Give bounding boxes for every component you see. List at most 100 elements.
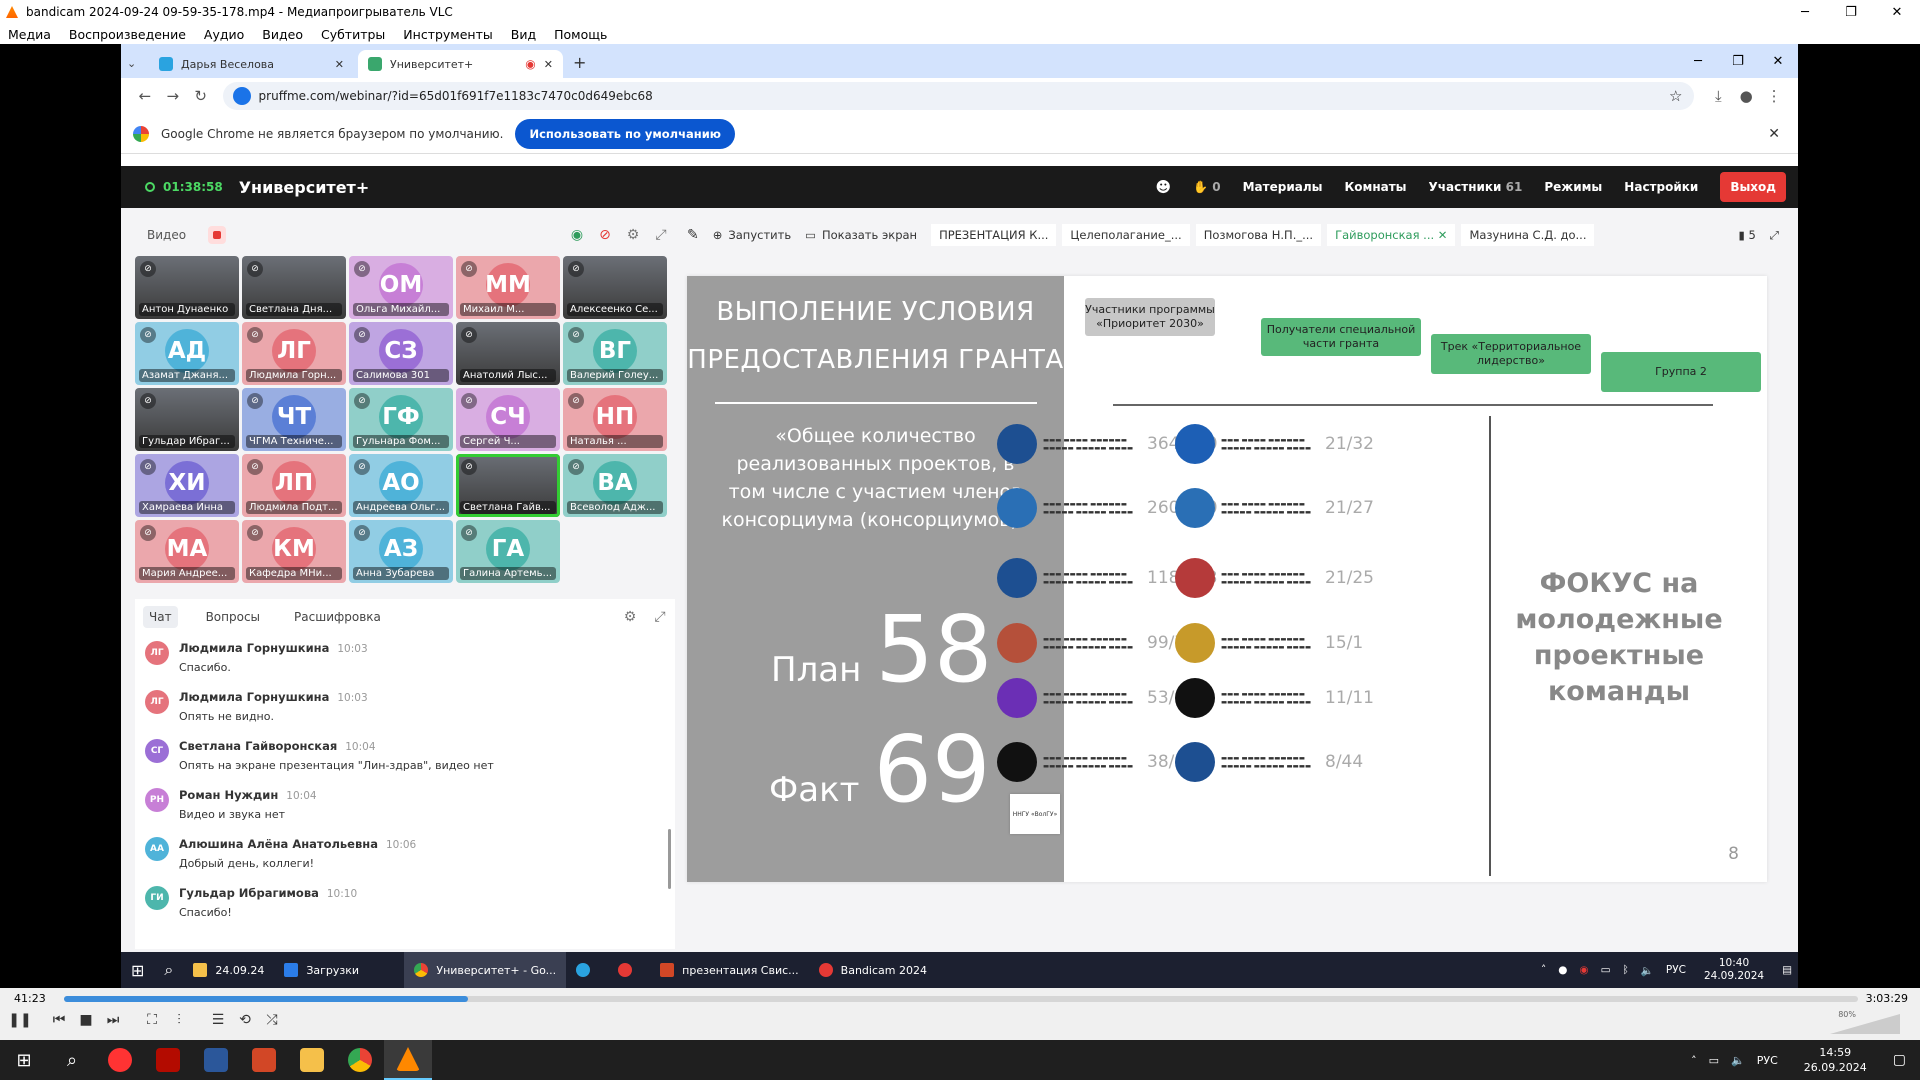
expand-icon[interactable]: ⤢ — [647, 227, 675, 243]
pause-icon[interactable]: ❚❚ — [8, 1012, 32, 1034]
download-icon[interactable]: ⤓ — [1704, 87, 1732, 105]
chevron-up-icon[interactable]: ˄ — [1691, 1054, 1697, 1067]
participant-tile[interactable]: СЗ ⊘ Салимова 301 — [349, 322, 453, 385]
bluetooth-icon[interactable]: ᛒ — [1623, 964, 1629, 976]
participant-tile[interactable]: НП ⊘ Наталья ... — [563, 388, 667, 451]
clock[interactable]: 14:59 26.09.2024 — [1798, 1045, 1873, 1075]
tab-darya[interactable]: Дарья Веселова ✕ — [149, 50, 354, 78]
seek-bar[interactable] — [64, 996, 1858, 1002]
taskbar-item-downloads[interactable]: Загрузки — [274, 952, 404, 988]
pen-icon[interactable]: ✎ — [687, 227, 699, 243]
acrobat-icon[interactable] — [144, 1040, 192, 1080]
run-button[interactable]: ⊕ Запустить — [713, 228, 791, 242]
bookmarks-button[interactable]: ▮ 5 — [1738, 228, 1755, 242]
loop-icon[interactable]: ⟲ — [233, 1012, 257, 1034]
menu-view[interactable]: Вид — [511, 27, 536, 42]
menu-media[interactable]: Медиа — [8, 27, 51, 42]
site-info-icon[interactable] — [232, 87, 251, 105]
menu-video[interactable]: Видео — [262, 27, 303, 42]
set-default-button[interactable]: Использовать по умолчанию — [515, 118, 735, 149]
mic-off-icon[interactable]: ⊘ — [591, 227, 619, 243]
tab-university[interactable]: Университет+ ◉ ✕ — [358, 50, 563, 78]
file-tab[interactable]: Целеполагание_... — [1062, 224, 1190, 246]
expand-icon[interactable]: ⤢ — [645, 609, 675, 625]
participant-tile[interactable]: ЛП ⊘ Людмила Подт... — [242, 454, 346, 517]
fullscreen-icon[interactable]: ⤢ — [1770, 228, 1779, 243]
record-button[interactable] — [208, 226, 227, 244]
participant-tile[interactable]: ⊘ Светлана Гайв... — [456, 454, 560, 517]
participant-tile[interactable]: КМ ⊘ Кафедра МНи... — [242, 520, 346, 583]
close-tab-icon[interactable]: ✕ — [544, 58, 553, 71]
vlc-icon[interactable] — [384, 1040, 432, 1080]
language-indicator[interactable]: РУС — [1666, 964, 1686, 976]
participant-tile[interactable]: ⊘ Светлана Дня... — [242, 256, 346, 319]
search-icon[interactable]: ⌕ — [48, 1040, 96, 1080]
volume-icon[interactable]: 🔈 — [1731, 1054, 1745, 1067]
minimize-icon[interactable]: ─ — [1678, 54, 1718, 69]
gear-icon[interactable]: ⚙ — [619, 227, 647, 243]
participant-tile[interactable]: ГА ⊘ Галина Артемь... — [456, 520, 560, 583]
participant-tile[interactable]: ММ ⊘ Михаил М... — [456, 256, 560, 319]
gear-icon[interactable]: ⚙ — [615, 609, 645, 625]
taskbar-item-recorder[interactable] — [608, 952, 650, 988]
participant-tile[interactable]: АО ⊘ Андреева Ольг... — [349, 454, 453, 517]
taskbar-item-powerpoint[interactable]: презентация Свис... — [650, 952, 809, 988]
profile-icon[interactable]: ● — [1732, 87, 1760, 105]
participant-tile[interactable]: ГФ ⊘ Гульнара Фом... — [349, 388, 453, 451]
file-tab[interactable]: ПРЕЗЕНТАЦИЯ К... — [931, 224, 1057, 246]
playlist-icon[interactable]: ☰ — [206, 1012, 230, 1034]
share-screen-button[interactable]: ▭ Показать экран — [805, 228, 917, 242]
participant-tile[interactable]: ЛГ ⊘ Людмила Горн... — [242, 322, 346, 385]
language-indicator[interactable]: РУС — [1757, 1054, 1778, 1067]
word-icon[interactable] — [192, 1040, 240, 1080]
restore-icon[interactable]: ❐ — [1718, 54, 1758, 69]
tab-transcript[interactable]: Расшифровка — [288, 606, 387, 628]
raise-hand-button[interactable]: ✋ 0 — [1193, 180, 1220, 194]
chat-scrollbar[interactable] — [668, 829, 671, 889]
close-icon[interactable]: ✕ — [1758, 54, 1798, 69]
captured-clock[interactable]: 10:40 24.09.2024 — [1698, 957, 1770, 983]
modes-button[interactable]: Режимы — [1544, 180, 1602, 194]
menu-tools[interactable]: Инструменты — [403, 27, 492, 42]
stop-icon[interactable]: ■ — [74, 1012, 98, 1034]
new-tab-icon[interactable]: + — [573, 53, 586, 72]
fullscreen-icon[interactable]: ⛶ — [140, 1012, 164, 1034]
participant-tile[interactable]: МА ⊘ Мария Андрее... — [135, 520, 239, 583]
tab-search-icon[interactable]: ⌄ — [127, 57, 149, 70]
close-tab-icon[interactable]: ✕ — [1438, 228, 1448, 242]
participant-tile[interactable]: ⊘ Гульдар Ибраг... — [135, 388, 239, 451]
participants-button[interactable]: Участники 61 — [1429, 180, 1523, 194]
close-tab-icon[interactable]: ✕ — [335, 58, 344, 71]
materials-button[interactable]: Материалы — [1243, 180, 1323, 194]
participant-tile[interactable]: ⊘ Анатолий Лыс... — [456, 322, 560, 385]
mic-icon[interactable]: ● — [1558, 964, 1567, 976]
windows-start-icon[interactable]: ⊞ — [0, 1040, 48, 1080]
participant-tile[interactable]: ВГ ⊘ Валерий Голеу... — [563, 322, 667, 385]
shuffle-icon[interactable]: ⤮ — [260, 1012, 284, 1034]
close-icon[interactable]: ✕ — [1874, 5, 1920, 20]
tab-chat[interactable]: Чат — [143, 606, 178, 628]
volume-slider[interactable]: 80% — [1830, 1010, 1900, 1034]
restore-icon[interactable]: ❐ — [1828, 5, 1874, 20]
participant-tile[interactable]: АД ⊘ Азамат Джаня... — [135, 322, 239, 385]
participant-tile[interactable]: АЗ ⊘ Анна Зубарева — [349, 520, 453, 583]
taskbar-item-bandicam[interactable]: Bandicam 2024 — [809, 952, 937, 988]
windows-start-icon[interactable]: ⊞ — [121, 952, 154, 988]
participant-tile[interactable]: ⊘ Алексеенко Се... — [563, 256, 667, 319]
menu-dots-icon[interactable]: ⋮ — [1760, 87, 1788, 105]
next-icon[interactable]: ⏭ — [101, 1012, 125, 1034]
participant-tile[interactable]: ВА ⊘ Всеволод Адж... — [563, 454, 667, 517]
address-bar[interactable]: pruffme.com/webinar/?id=65d01f691f7e1183… — [222, 82, 1695, 110]
location-icon[interactable]: ◉ — [563, 227, 591, 243]
notification-icon[interactable]: ▢ — [1893, 1052, 1906, 1068]
taskbar-item-telegram[interactable] — [566, 952, 608, 988]
close-infobar-icon[interactable]: ✕ — [1768, 126, 1780, 142]
participant-tile[interactable]: СЧ ⊘ Сергей Ч... — [456, 388, 560, 451]
reload-icon[interactable]: ↻ — [187, 87, 215, 105]
notification-icon[interactable]: ▤ — [1782, 964, 1792, 976]
chevron-up-icon[interactable]: ˄ — [1541, 964, 1546, 976]
file-tab[interactable]: Позмогова Н.П._... — [1195, 224, 1322, 246]
tab-questions[interactable]: Вопросы — [200, 606, 266, 628]
settings-button[interactable]: Настройки — [1624, 180, 1698, 194]
file-tab-active[interactable]: Гайворонская ... ✕ — [1327, 224, 1456, 246]
